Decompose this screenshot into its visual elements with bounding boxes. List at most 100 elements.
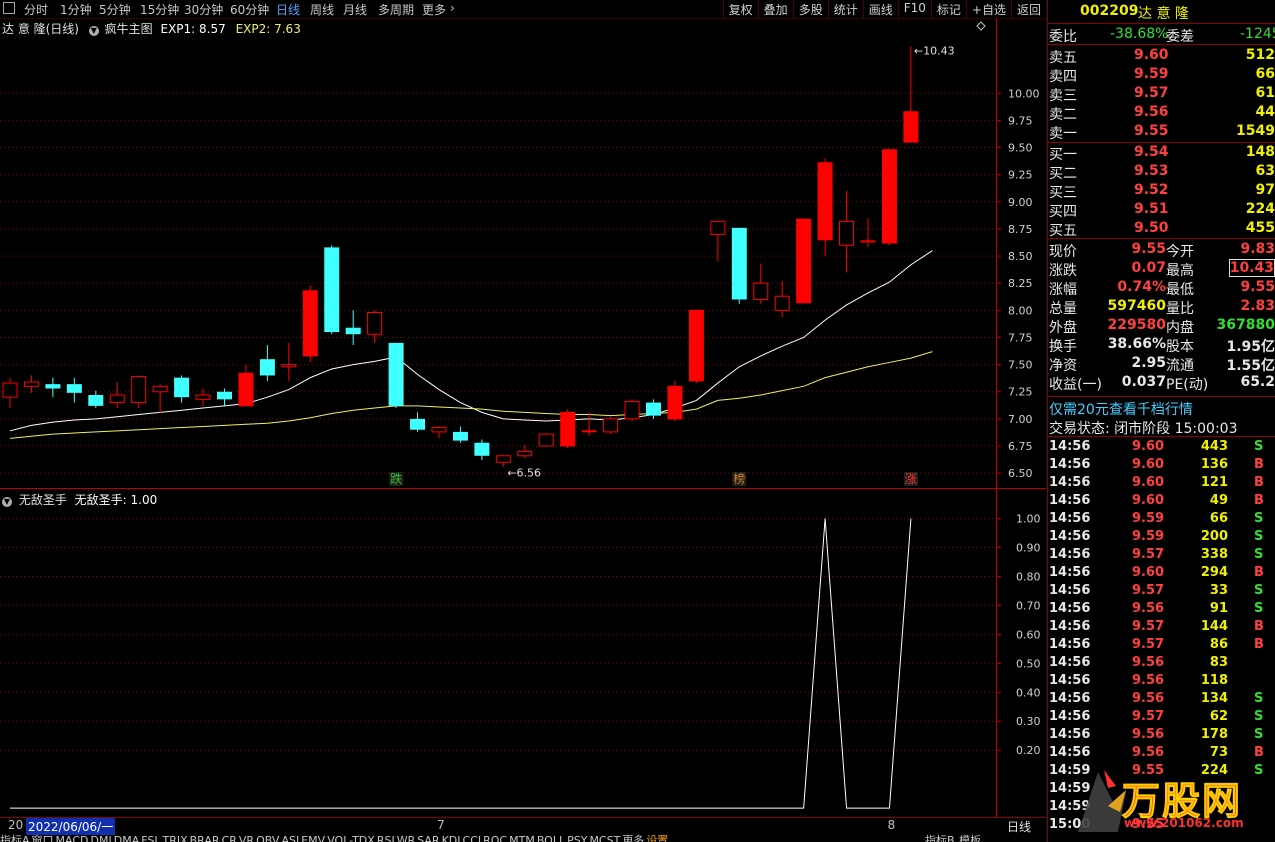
- indicator-tab-19[interactable]: ROC: [483, 834, 507, 842]
- candle[interactable]: [281, 342, 297, 381]
- indicator-tab-20[interactable]: MTM: [509, 834, 535, 842]
- candle[interactable]: [431, 426, 447, 439]
- more-chevron-icon[interactable]: ›: [450, 1, 455, 15]
- candle[interactable]: [23, 375, 39, 393]
- candle[interactable]: [881, 149, 897, 246]
- toolbar-button-4[interactable]: 画线: [862, 0, 898, 18]
- candle[interactable]: [367, 310, 383, 343]
- candle[interactable]: [302, 285, 318, 363]
- indicator-tab-22[interactable]: PSY: [567, 834, 587, 842]
- indicator-subchart[interactable]: 0.20 0.30 0.40 0.50 0.60 0.70 0.80 0.90 1.00 ▼ 无…: [0, 489, 1046, 817]
- main-kline-chart[interactable]: 6.50 6.75 7.00 7.25 7.50 7.75 8.00 8.25 8.50 8.75…: [0, 19, 1046, 489]
- candle[interactable]: [753, 263, 769, 304]
- indicator-tab-7[interactable]: BRAR: [190, 834, 220, 842]
- candle[interactable]: [195, 388, 211, 406]
- candle[interactable]: [774, 281, 790, 317]
- candle[interactable]: [796, 218, 812, 304]
- indicator-tab-18[interactable]: CCI: [463, 834, 482, 842]
- promo-row[interactable]: 仅需20元查看千档行情: [1048, 398, 1275, 419]
- candle[interactable]: [474, 439, 490, 461]
- candle[interactable]: [560, 409, 576, 449]
- kline-svg[interactable]: 6.50 6.75 7.00 7.25 7.50 7.75 8.00 8.25 8.50 8.75…: [0, 19, 1046, 489]
- period-tab-9[interactable]: 多周期: [378, 1, 414, 18]
- indicator-tab-15[interactable]: WR: [397, 834, 416, 842]
- period-tab-1[interactable]: 1分钟: [60, 1, 92, 18]
- tick-row[interactable]: 14:569.6049B6: [1048, 492, 1275, 510]
- tick-row[interactable]: 14:569.60443S47: [1048, 438, 1275, 456]
- candle[interactable]: [903, 46, 919, 143]
- candle[interactable]: [538, 432, 554, 448]
- toolbar-button-6[interactable]: 标记: [930, 0, 966, 18]
- tick-row[interactable]: 14:569.56134S24: [1048, 690, 1275, 708]
- indicator-tab-23[interactable]: MCST: [589, 834, 620, 842]
- indicator-tab-21[interactable]: BOLL: [537, 834, 565, 842]
- indicator-tab-9[interactable]: VR: [239, 834, 254, 842]
- candle[interactable]: [731, 227, 747, 304]
- candle[interactable]: [45, 377, 61, 398]
- indicator-tab-1[interactable]: 窗口: [32, 834, 54, 842]
- candle[interactable]: [624, 399, 640, 422]
- indicator-tab-24[interactable]: 更多: [622, 834, 644, 842]
- indicator-tab-12[interactable]: EMV: [301, 834, 325, 842]
- candle[interactable]: [603, 416, 619, 435]
- candle[interactable]: [581, 412, 597, 437]
- tick-row[interactable]: 14:569.568321: [1048, 654, 1275, 672]
- bids-row[interactable]: 买二 9.53 63: [1048, 162, 1275, 182]
- toolbar-button-8[interactable]: 返回: [1010, 0, 1046, 18]
- period-tab-6[interactable]: 日线: [276, 1, 300, 18]
- tick-row[interactable]: 14:569.59200S18: [1048, 528, 1275, 546]
- indicator-name[interactable]: 疯牛主图: [105, 22, 153, 36]
- candle[interactable]: [2, 377, 18, 409]
- candle[interactable]: [646, 399, 661, 419]
- asks-row[interactable]: 卖五 9.60 512: [1048, 46, 1275, 66]
- indicator-tab-2[interactable]: MACD: [56, 834, 89, 842]
- candle[interactable]: [238, 364, 254, 407]
- candle[interactable]: [388, 342, 404, 409]
- period-tab-0[interactable]: 分时: [24, 1, 48, 18]
- tick-row[interactable]: 14:569.5611820: [1048, 672, 1275, 690]
- bids-row[interactable]: 买一 9.54 148: [1048, 143, 1275, 163]
- toolbar-button-2[interactable]: 多股: [792, 0, 828, 18]
- candle[interactable]: [66, 377, 82, 403]
- indicator-tab-13[interactable]: VOL-TDX: [327, 834, 375, 842]
- tick-row[interactable]: 14:569.5733S5: [1048, 582, 1275, 600]
- candle[interactable]: [839, 190, 855, 273]
- indicator-svg[interactable]: 0.20 0.30 0.40 0.50 0.60 0.70 0.80 0.90 1.00: [0, 489, 1046, 817]
- candle[interactable]: [88, 390, 104, 409]
- indicator-tab-0[interactable]: 指标A: [0, 834, 30, 842]
- right-tab-1[interactable]: 模板: [959, 832, 981, 842]
- candle[interactable]: [517, 444, 533, 458]
- tick-row[interactable]: 14:569.5762S20: [1048, 708, 1275, 726]
- asks-row[interactable]: 卖四 9.59 66: [1048, 65, 1275, 85]
- tick-row[interactable]: 14:569.56178S24: [1048, 726, 1275, 744]
- toolbar-button-5[interactable]: F10: [897, 0, 931, 18]
- candle[interactable]: [217, 388, 232, 406]
- tick-row[interactable]: 14:569.60121B15: [1048, 474, 1275, 492]
- tick-row[interactable]: 14:569.60294B22: [1048, 564, 1275, 582]
- menu-square-icon[interactable]: [3, 2, 15, 14]
- candle[interactable]: [495, 454, 511, 467]
- tick-row[interactable]: 14:569.60136B16: [1048, 456, 1275, 474]
- toolbar-button-3[interactable]: 统计: [827, 0, 863, 18]
- toolbar-button-0[interactable]: 复权: [722, 0, 758, 18]
- tick-row[interactable]: 14:569.57338S33: [1048, 546, 1275, 564]
- right-tab-0[interactable]: 指标B: [925, 832, 955, 842]
- indicator-dropdown-icon[interactable]: ▼: [88, 26, 99, 36]
- indicator-tab-16[interactable]: SAR: [417, 834, 439, 842]
- promo-link[interactable]: 仅需20元查看千档行情: [1049, 399, 1193, 419]
- sub-indicator-name[interactable]: 无敌圣手: [19, 493, 67, 507]
- period-tab-5[interactable]: 60分钟: [230, 1, 269, 18]
- period-tab-10[interactable]: 更多: [422, 1, 446, 18]
- indicator-tab-6[interactable]: TRIX: [162, 834, 187, 842]
- candle[interactable]: [710, 220, 726, 262]
- period-tab-3[interactable]: 15分钟: [140, 1, 179, 18]
- candle[interactable]: [860, 218, 876, 248]
- indicator-tab-17[interactable]: KDJ: [442, 834, 461, 842]
- candle[interactable]: [410, 412, 426, 432]
- indicator-tab-14[interactable]: RSI: [377, 834, 395, 842]
- diamond-icon[interactable]: [976, 21, 986, 31]
- indicator-tab-8[interactable]: CR: [222, 834, 237, 842]
- tick-row[interactable]: 14:569.57144B15: [1048, 618, 1275, 636]
- candle[interactable]: [109, 381, 125, 409]
- candle[interactable]: [688, 309, 704, 384]
